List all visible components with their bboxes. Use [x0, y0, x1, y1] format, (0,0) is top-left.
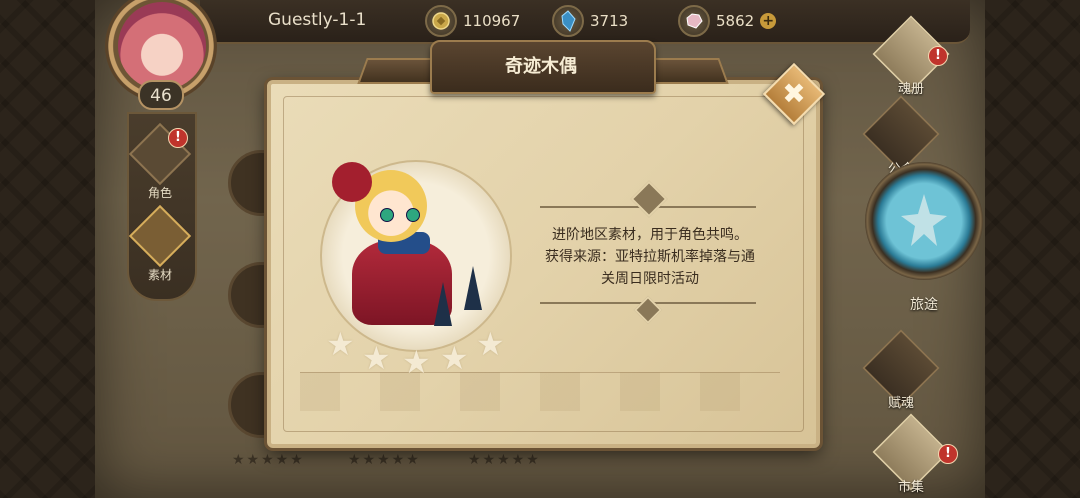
pink-gem-icon — [678, 5, 710, 37]
player-level-badge: 46 — [138, 80, 184, 110]
blue-crystal-icon — [552, 5, 584, 37]
material-icon — [128, 204, 192, 268]
item-description: 进阶地区素材，用于角色共鸣。 获得来源：亚特拉斯机率掉落与通 关周日限时活动 — [535, 224, 765, 290]
soul-book-alert-badge: ! — [928, 46, 948, 66]
background-item-stars: ★★★★★ — [232, 452, 305, 468]
avatar[interactable] — [118, 2, 206, 90]
menu-material-label: 素材 — [147, 268, 172, 282]
nav-soul-infuse[interactable]: 赋魂 — [856, 329, 946, 411]
description-line: 进阶地区素材，用于角色共鸣。 — [552, 227, 748, 243]
description-line: 关周日限时活动 — [601, 271, 699, 287]
item-portrait-spike — [434, 282, 452, 326]
dialog-bottom-decoration — [300, 372, 780, 411]
rarity-star-icon: ★ — [402, 343, 431, 381]
journey-label: 旅途 — [910, 297, 938, 313]
add-gem-button[interactable]: + — [760, 13, 777, 29]
item-portrait-spike — [464, 266, 482, 310]
dialog-title: 奇迹木偶 — [505, 56, 577, 77]
character-alert-badge: ! — [168, 128, 188, 148]
rarity-star-icon: ★ — [476, 325, 505, 363]
background-item-stars: ★★★★★ — [468, 452, 541, 468]
nav-market-label: 市集 — [897, 480, 924, 495]
rarity-star-icon: ★ — [362, 339, 391, 377]
gold-coin-icon — [425, 5, 457, 37]
rarity-star-icon: ★ — [440, 339, 469, 377]
market-alert-badge: ! — [938, 444, 958, 464]
close-icon[interactable]: ✖ — [772, 74, 816, 114]
item-portrait-doll-bow — [332, 162, 372, 202]
item-portrait-doll-eye — [406, 208, 420, 222]
description-line: 获得来源：亚特拉斯机率掉落与通 — [545, 249, 755, 265]
journey-button[interactable]: 旅途 — [865, 162, 983, 313]
player-name: Guestly-1-1 — [268, 10, 367, 30]
item-portrait-doll-eye — [380, 208, 394, 222]
crystal-amount: 3713 — [590, 12, 629, 30]
nav-soul-book-label: 魂册 — [897, 82, 924, 97]
nav-soul-infuse-label: 赋魂 — [887, 396, 914, 411]
gem-amount: 5862 — [716, 12, 755, 30]
journey-icon — [901, 194, 947, 246]
rarity-star-icon: ★ — [326, 325, 355, 363]
background-item-stars: ★★★★★ — [348, 452, 421, 468]
crystal-currency: 3713 — [552, 4, 628, 38]
gold-amount: 110967 — [463, 12, 521, 30]
menu-character-label: 角色 — [147, 186, 172, 200]
menu-material[interactable]: 素材 — [128, 204, 192, 283]
gold-currency: 110967 — [425, 4, 520, 38]
gem-currency: 5862 + — [678, 4, 777, 38]
